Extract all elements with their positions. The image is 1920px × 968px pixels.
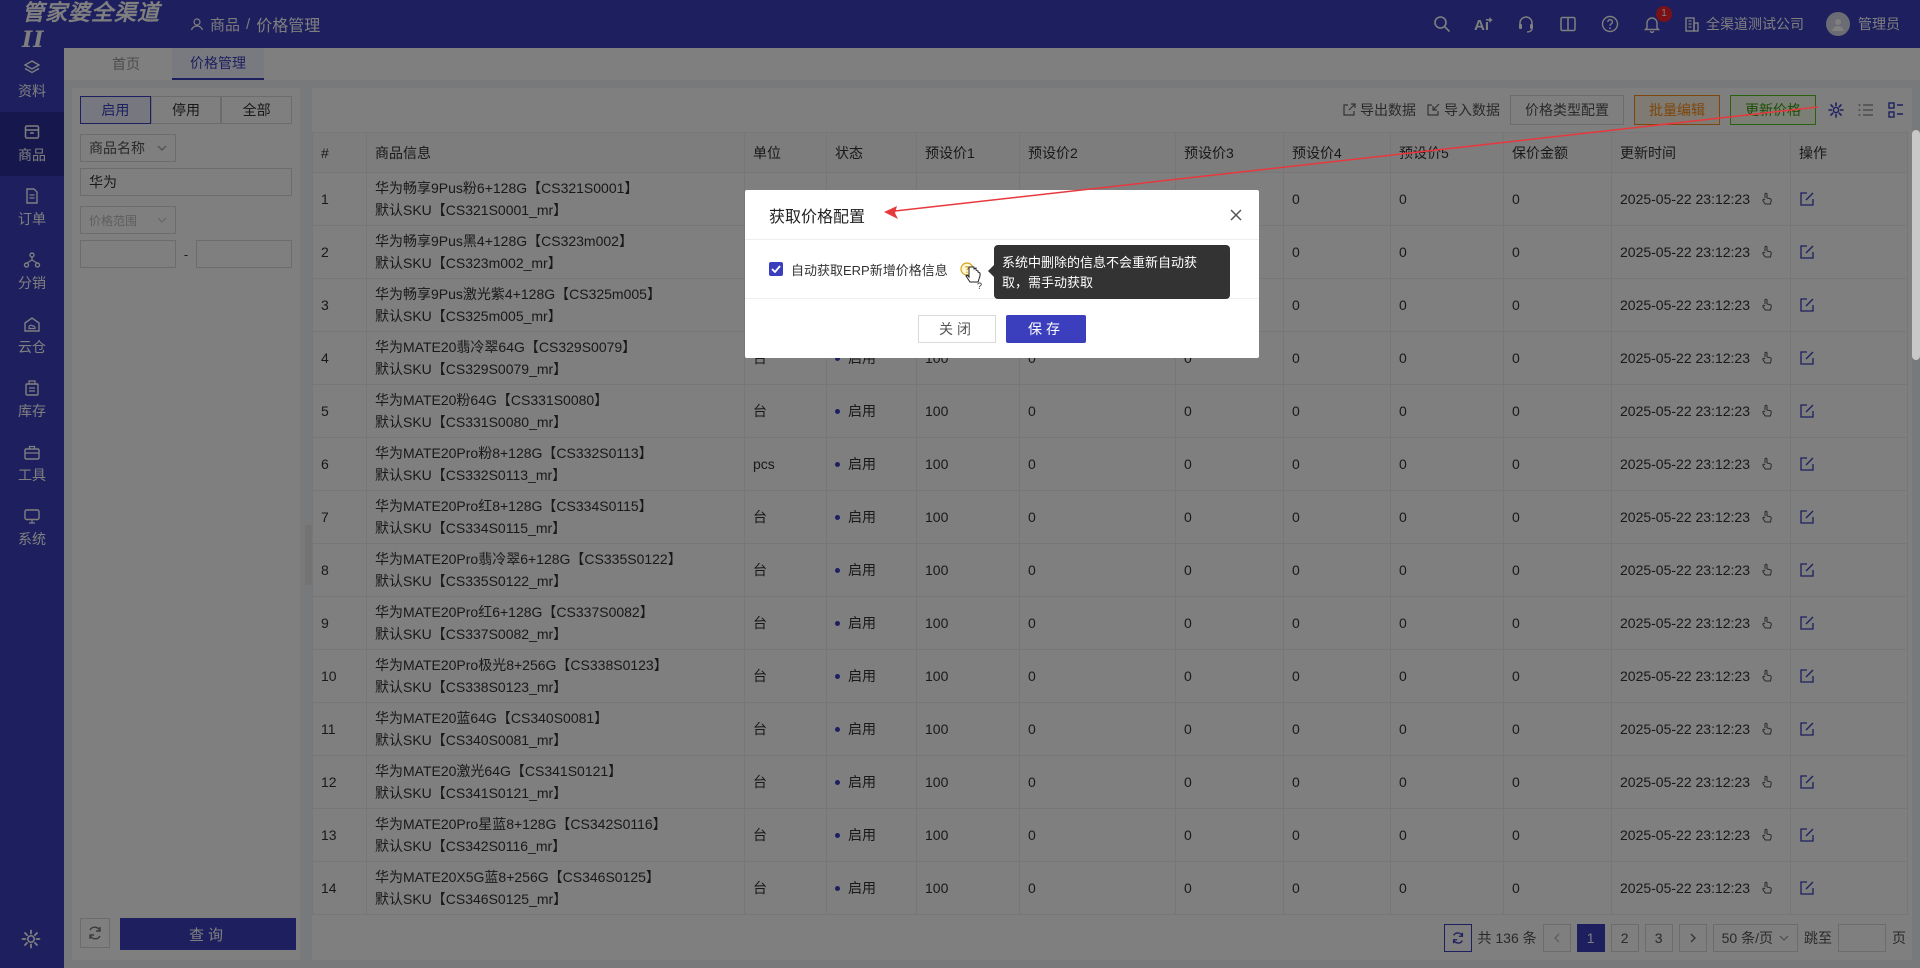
annotation-arrow [884, 106, 1819, 219]
